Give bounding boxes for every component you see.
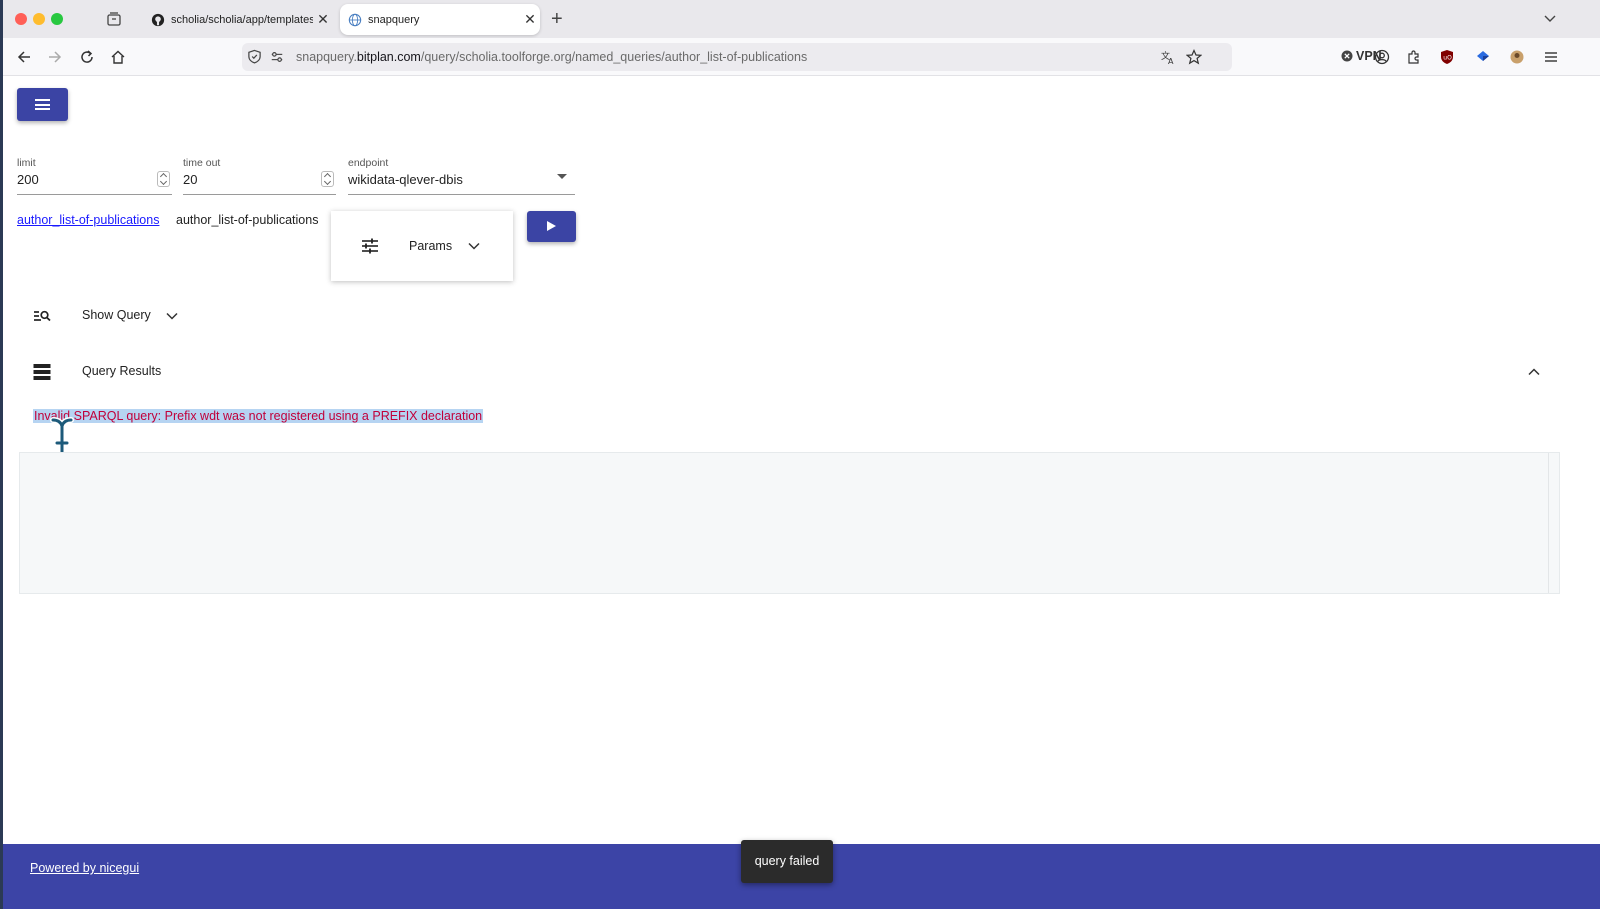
extensions-icon[interactable] (1406, 49, 1422, 65)
new-tab-button[interactable]: + (551, 8, 563, 31)
url-text[interactable]: snapquery.bitplan.com/query/scholia.tool… (296, 50, 807, 64)
maximize-window-button[interactable] (51, 13, 63, 25)
back-icon[interactable] (16, 49, 32, 65)
address-bar[interactable]: snapquery.bitplan.com/query/scholia.tool… (242, 43, 1232, 71)
chevron-down-icon (468, 242, 480, 250)
dropdown-arrow-icon[interactable] (557, 174, 567, 179)
minimize-window-button[interactable] (33, 13, 45, 25)
translate-icon[interactable]: 文 A (1160, 49, 1176, 65)
tab-title: snapquery (368, 13, 420, 26)
params-label: Params (409, 239, 453, 253)
tab-title: scholia/scholia/app/templates/a (171, 13, 313, 26)
url-domain: bitplan.com (356, 50, 421, 64)
navigation-bar: snapquery.bitplan.com/query/scholia.tool… (3, 38, 1600, 76)
query-results-label: Query Results (82, 364, 162, 378)
tab-overview-icon[interactable] (106, 11, 122, 27)
github-icon (151, 13, 165, 26)
url-prefix: snapquery. (296, 50, 357, 64)
show-query-expansion[interactable]: Show Query (3, 296, 1600, 336)
chevron-up-icon (1528, 368, 1540, 376)
close-window-button[interactable] (15, 13, 27, 25)
site-permissions-icon[interactable] (270, 50, 284, 64)
results-grid[interactable] (19, 452, 1560, 594)
tab-github[interactable]: scholia/scholia/app/templates/a ✕ (143, 4, 333, 35)
forward-icon[interactable] (47, 49, 63, 65)
svg-text:uO: uO (1443, 55, 1452, 62)
query-name: author_list-of-publications (176, 213, 319, 227)
limit-value[interactable]: 200 (17, 172, 39, 187)
show-query-label: Show Query (82, 308, 151, 322)
chevron-down-icon (166, 312, 178, 320)
browser-window: scholia/scholia/app/templates/a ✕ snapqu… (3, 0, 1600, 909)
tune-icon (362, 238, 378, 254)
shield-icon[interactable] (247, 49, 262, 64)
page-content: limit 200 time out 20 endpoint wikidata-… (3, 77, 1600, 909)
timeout-value[interactable]: 20 (183, 172, 197, 187)
timeout-label: time out (183, 157, 221, 169)
url-path: /query/scholia.toolforge.org/named_queri… (420, 50, 808, 64)
params-expansion[interactable]: Params (331, 211, 513, 281)
timeout-field[interactable]: time out 20 (183, 157, 336, 195)
vpn-off-icon (1341, 50, 1353, 62)
extension-blue-icon[interactable] (1475, 49, 1491, 65)
endpoint-select[interactable]: endpoint wikidata-qlever-dbis (348, 157, 575, 195)
run-query-button[interactable] (527, 211, 576, 242)
account-icon[interactable] (1374, 49, 1390, 65)
notification-toast: query failed (741, 840, 833, 883)
endpoint-label: endpoint (348, 157, 389, 169)
chevron-down-icon[interactable] (1542, 10, 1558, 26)
close-tab-icon[interactable]: ✕ (520, 11, 540, 28)
bookmark-star-icon[interactable] (1186, 49, 1202, 65)
globe-icon (348, 13, 362, 26)
grid-scrollbar[interactable] (1548, 453, 1549, 593)
limit-field[interactable]: limit 200 (17, 157, 172, 195)
query-results-expansion[interactable]: Query Results (3, 352, 1600, 392)
endpoint-value[interactable]: wikidata-qlever-dbis (348, 172, 463, 187)
ublock-icon[interactable]: uO (1439, 49, 1455, 65)
limit-label: limit (17, 157, 36, 169)
tab-snapquery[interactable]: snapquery ✕ (340, 4, 540, 35)
reload-icon[interactable] (79, 49, 95, 65)
footer-link[interactable]: Powered by nicegui (30, 861, 139, 875)
tab-bar: scholia/scholia/app/templates/a ✕ snapqu… (3, 0, 1600, 38)
query-link[interactable]: author_list-of-publications (17, 213, 159, 227)
table-rows-icon (33, 364, 51, 380)
hamburger-menu-button[interactable] (17, 88, 68, 121)
app-menu-icon[interactable] (1543, 49, 1559, 65)
error-message: Invalid SPARQL query: Prefix wdt was not… (33, 409, 484, 423)
close-tab-icon[interactable]: ✕ (313, 11, 333, 28)
extension-avatar-icon[interactable] (1509, 49, 1525, 65)
limit-stepper[interactable] (157, 171, 170, 187)
manage-search-icon (34, 310, 51, 322)
svg-text:A: A (1168, 57, 1174, 65)
timeout-stepper[interactable] (321, 171, 334, 187)
home-icon[interactable] (110, 49, 126, 65)
